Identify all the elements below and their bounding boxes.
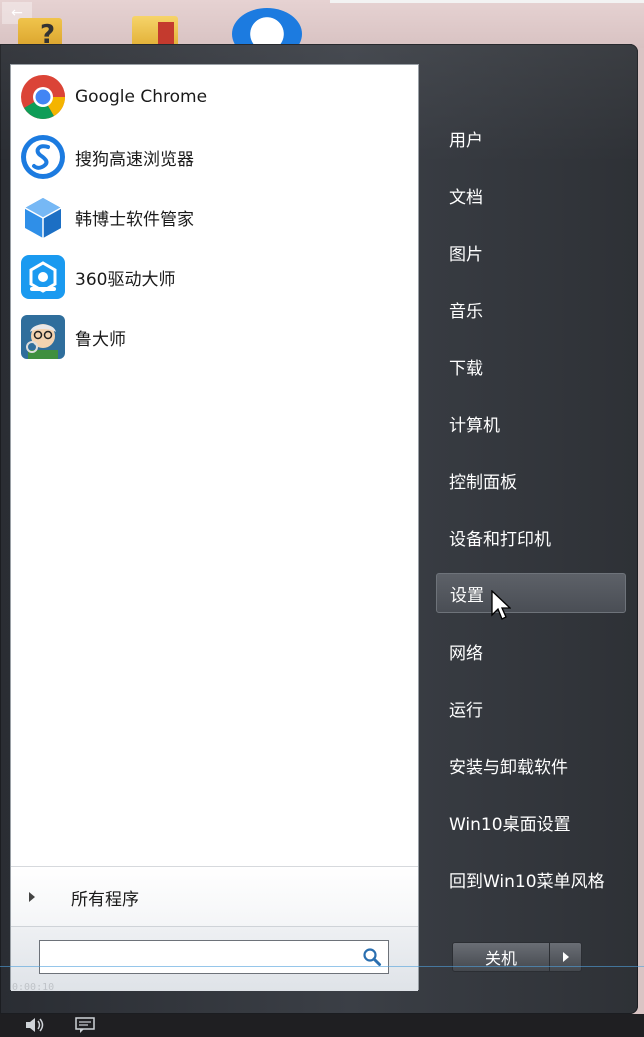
mouse-cursor-icon <box>491 590 511 620</box>
right-item-label: 计算机 <box>449 415 500 436</box>
right-item-control-panel[interactable]: 控制面板 <box>436 460 626 500</box>
pinned-app-hanboshi[interactable]: 韩博士软件管家 <box>11 189 418 245</box>
right-item-label: 控制面板 <box>449 472 517 493</box>
sogou-browser-icon <box>19 133 67 181</box>
right-item-label: 设备和打印机 <box>449 529 551 550</box>
desktop-background <box>0 0 644 48</box>
search-area <box>11 926 418 991</box>
taskbar <box>0 1014 644 1037</box>
shutdown-group: 关机 <box>452 942 582 972</box>
pinned-app-label: 鲁大师 <box>75 329 126 350</box>
hanboshi-icon <box>19 193 67 241</box>
pinned-app-label: 搜狗高速浏览器 <box>75 149 194 170</box>
search-box[interactable] <box>39 940 389 974</box>
right-item-label: 下载 <box>449 358 483 379</box>
pinned-app-label: 韩博士软件管家 <box>75 209 194 230</box>
right-item-network[interactable]: 网络 <box>436 631 626 671</box>
start-menu-left-pane: Google Chrome 搜狗高速浏览器 韩博士软件管家 360驱动大师 鲁大… <box>10 64 419 991</box>
pinned-app-sogou-browser[interactable]: 搜狗高速浏览器 <box>11 129 418 185</box>
overlay-line <box>0 966 644 967</box>
right-item-documents[interactable]: 文档 <box>436 175 626 215</box>
right-item-computer[interactable]: 计算机 <box>436 403 626 443</box>
shutdown-options-button[interactable] <box>550 942 582 972</box>
right-item-pictures[interactable]: 图片 <box>436 232 626 272</box>
right-item-label: 网络 <box>449 643 483 664</box>
right-item-devices-printers[interactable]: 设备和打印机 <box>436 517 626 557</box>
right-item-settings[interactable]: 设置 <box>436 573 626 613</box>
right-item-label: 用户 <box>449 130 483 151</box>
desktop-window-edge <box>330 0 644 3</box>
chevron-right-icon <box>562 952 569 962</box>
right-item-music[interactable]: 音乐 <box>436 289 626 329</box>
right-item-user[interactable]: 用户 <box>436 118 626 158</box>
right-item-label: 设置 <box>450 585 484 606</box>
all-programs-bar: 所有程序 <box>11 866 418 927</box>
right-item-label: 图片 <box>449 244 483 265</box>
volume-icon[interactable] <box>24 1016 46 1034</box>
right-item-label: 回到Win10菜单风格 <box>449 871 605 892</box>
action-center-icon[interactable] <box>74 1016 96 1034</box>
right-item-label: 文档 <box>449 187 483 208</box>
chrome-icon <box>19 73 67 121</box>
recording-timestamp: 0:00:10 <box>12 982 55 993</box>
pinned-app-ludashi[interactable]: 鲁大师 <box>11 309 418 365</box>
ludashi-icon <box>19 313 67 361</box>
right-item-win10-desktop-settings[interactable]: Win10桌面设置 <box>436 802 626 842</box>
expand-triangle-icon <box>29 892 35 902</box>
pinned-app-360-driver[interactable]: 360驱动大师 <box>11 249 418 305</box>
all-programs-button[interactable]: 所有程序 <box>25 879 139 915</box>
pinned-app-label: Google Chrome <box>75 87 208 107</box>
right-item-downloads[interactable]: 下载 <box>436 346 626 386</box>
right-item-label: Win10桌面设置 <box>449 814 571 835</box>
right-item-label: 运行 <box>449 700 483 721</box>
right-item-win10-menu-style[interactable]: 回到Win10菜单风格 <box>436 859 626 899</box>
search-input[interactable] <box>40 941 350 973</box>
shutdown-button[interactable]: 关机 <box>452 942 550 972</box>
right-item-install-uninstall[interactable]: 安装与卸载软件 <box>436 745 626 785</box>
right-item-label: 安装与卸载软件 <box>449 757 568 778</box>
all-programs-label: 所有程序 <box>71 889 139 910</box>
driver-master-icon <box>19 253 67 301</box>
right-item-run[interactable]: 运行 <box>436 688 626 728</box>
pinned-app-chrome[interactable]: Google Chrome <box>11 69 418 125</box>
pinned-app-label: 360驱动大师 <box>75 269 176 290</box>
right-item-label: 音乐 <box>449 301 483 322</box>
search-icon[interactable] <box>362 947 382 967</box>
